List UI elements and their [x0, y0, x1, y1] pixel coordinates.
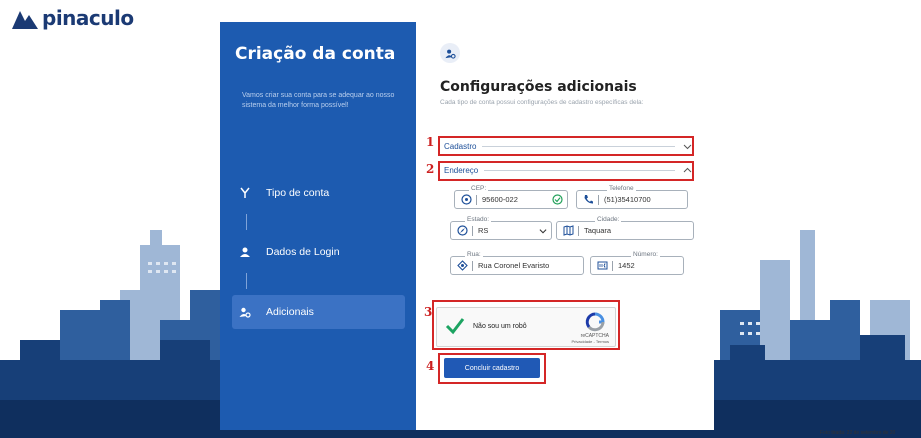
- step-label: Dados de Login: [266, 246, 340, 258]
- cidade-value: Taquara: [584, 226, 612, 235]
- step-connector: [246, 273, 247, 289]
- map-pin-icon: [461, 194, 472, 205]
- recaptcha-widget[interactable]: Não sou um robô reCAPTCHA Privacidade - …: [436, 307, 616, 347]
- section-cadastro[interactable]: Cadastro: [444, 140, 692, 153]
- telefone-label: Telefone: [607, 185, 636, 193]
- step-label: Adicionais: [266, 306, 314, 318]
- field-separator: [598, 195, 599, 205]
- numero-label: Número:: [631, 251, 660, 259]
- sidebar-title: Criação da conta: [235, 44, 396, 64]
- phone-icon: [584, 195, 593, 204]
- divider: [482, 146, 675, 147]
- field-separator: [472, 261, 473, 271]
- step-label: Tipo de conta: [266, 187, 330, 199]
- estado-select[interactable]: Estado: RS: [450, 216, 552, 240]
- annotation-number-2: 2: [426, 162, 435, 176]
- form-subtitle: Cada tipo de conta possui configurações …: [440, 99, 644, 106]
- check-circle-icon: [552, 194, 563, 205]
- telefone-field[interactable]: Telefone (51)35410700: [576, 185, 688, 209]
- form-panel: Configurações adicionais Cada tipo de co…: [416, 22, 714, 430]
- chevron-down-icon: [683, 144, 692, 150]
- form-title: Configurações adicionais: [440, 79, 637, 95]
- chevron-down-icon: [539, 229, 547, 234]
- annotation-number-4: 4: [426, 359, 435, 373]
- steps-sidebar: Criação da conta Vamos criar sua conta p…: [220, 22, 416, 430]
- photo-timestamp: Foto tirada: 22 de setembro de 20: [820, 430, 896, 436]
- step-tipo-de-conta[interactable]: Tipo de conta: [232, 176, 405, 210]
- location-icon: [457, 260, 468, 271]
- recaptcha-logo-icon: [585, 312, 605, 332]
- section-label: Endereço: [444, 166, 479, 175]
- recaptcha-label: Não sou um robô: [473, 323, 527, 330]
- field-separator: [472, 226, 473, 236]
- field-separator: [612, 261, 613, 271]
- divider: [484, 170, 675, 171]
- step-connector: [246, 214, 247, 230]
- compass-icon: [457, 225, 468, 236]
- recaptcha-links[interactable]: Privacidade - Termos: [572, 339, 610, 344]
- telefone-value: (51)35410700: [604, 195, 651, 204]
- section-endereco[interactable]: Endereço: [444, 164, 692, 177]
- cep-field[interactable]: CEP: 95600-022: [454, 185, 568, 209]
- route-icon: [238, 186, 252, 200]
- checkmark-icon[interactable]: [445, 316, 465, 336]
- estado-label: Estado:: [465, 216, 492, 224]
- cep-value: 95600-022: [482, 195, 518, 204]
- user-icon: [238, 245, 252, 259]
- chevron-up-icon: [683, 167, 692, 173]
- rua-label: Rua:: [465, 251, 483, 259]
- annotation-number-1: 1: [426, 135, 435, 149]
- user-gear-icon: [238, 305, 252, 319]
- user-gear-icon: [440, 43, 460, 63]
- numero-value: 1452: [618, 261, 635, 270]
- brand-name: pinaculo: [42, 6, 134, 30]
- sidebar-subtitle: Vamos criar sua conta para se adequar ao…: [242, 92, 395, 109]
- rua-field[interactable]: Rua: Rua Coronel Evaristo: [450, 251, 584, 275]
- logo-mark-icon: [12, 11, 38, 29]
- step-dados-de-login[interactable]: Dados de Login: [232, 235, 405, 269]
- estado-value: RS: [478, 226, 489, 235]
- field-separator: [578, 226, 579, 236]
- cep-label: CEP:: [469, 185, 489, 193]
- section-label: Cadastro: [444, 142, 477, 151]
- map-icon: [563, 225, 574, 236]
- field-separator: [476, 195, 477, 205]
- brand-logo: pinaculo: [12, 6, 134, 30]
- step-adicionais[interactable]: Adicionais: [232, 295, 405, 329]
- numero-field[interactable]: Número: 1452: [590, 251, 684, 275]
- rua-value: Rua Coronel Evaristo: [478, 261, 550, 270]
- concluir-cadastro-button[interactable]: Concluir cadastro: [444, 358, 540, 378]
- number-icon: [597, 261, 608, 270]
- cidade-field[interactable]: Cidade: Taquara: [556, 216, 694, 240]
- cidade-label: Cidade:: [595, 216, 622, 224]
